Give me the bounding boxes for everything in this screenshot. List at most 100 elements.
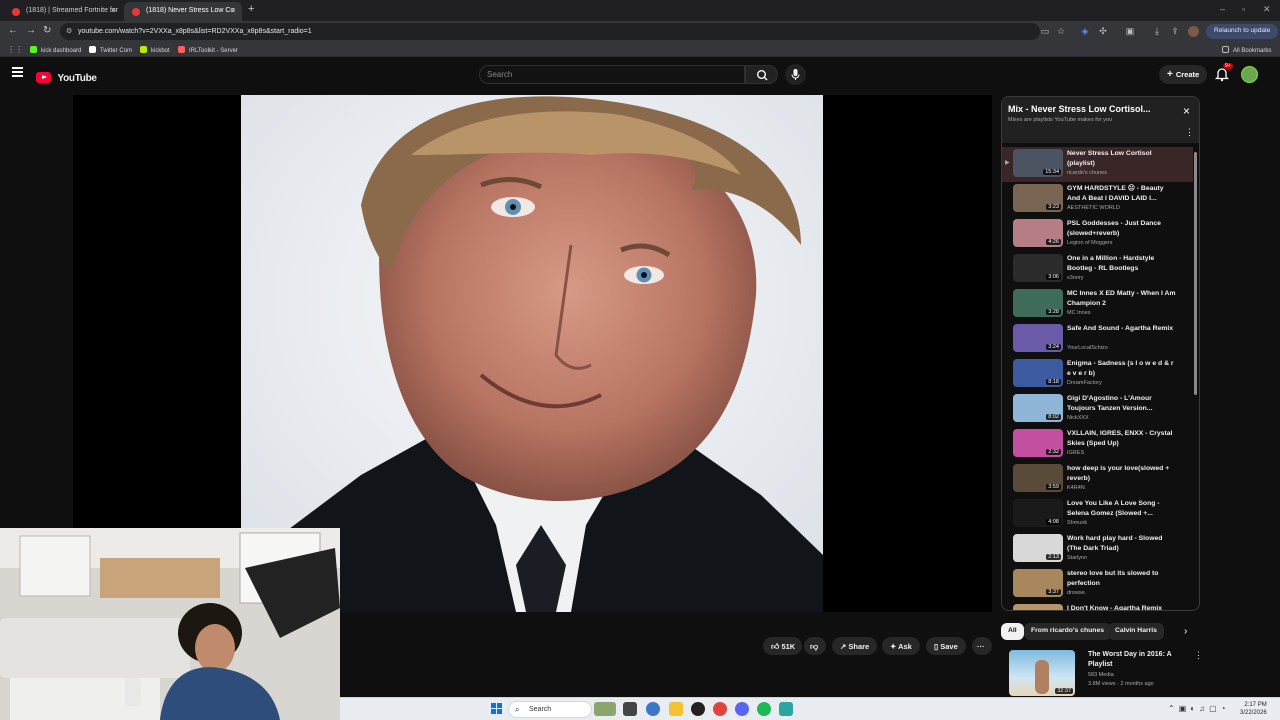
- menu-icon[interactable]: [12, 67, 23, 77]
- playlist-scrollbar[interactable]: [1194, 152, 1197, 395]
- save-button[interactable]: ▯ Save: [926, 637, 966, 655]
- video-duration: 8:18: [1046, 379, 1061, 385]
- create-label: Create: [1175, 70, 1200, 79]
- url-text: youtube.com/watch?v=2VXXa_x8p8s&list=RD2…: [78, 28, 312, 35]
- youtube-logo[interactable]: YouTube: [36, 68, 97, 86]
- site-info-icon[interactable]: ⚙: [66, 27, 72, 35]
- more-vertical-icon[interactable]: ⋮: [1194, 650, 1203, 661]
- search-button[interactable]: [745, 65, 778, 84]
- chip-all[interactable]: All: [1001, 623, 1024, 640]
- download-icon[interactable]: ⤓: [1152, 26, 1162, 36]
- create-button[interactable]: + Create: [1159, 65, 1208, 84]
- taskbar-clock[interactable]: 2:17 PM 3/22/2026: [1240, 701, 1267, 717]
- recommended-thumbnail[interactable]: 32:37: [1009, 650, 1075, 696]
- obs-icon[interactable]: [691, 702, 705, 716]
- spotify-icon[interactable]: [757, 702, 771, 716]
- system-tray-icons[interactable]: ⌃▣◐♫▢◔: [1168, 704, 1229, 713]
- new-tab-icon[interactable]: +: [248, 3, 254, 15]
- bookmark-item[interactable]: Twitter Com: [89, 46, 132, 54]
- profile-avatar[interactable]: [1188, 26, 1199, 37]
- chrome-icon[interactable]: [713, 702, 727, 716]
- playlist-thumbnail[interactable]: 2:13: [1013, 534, 1063, 562]
- browser-tab-active[interactable]: (1818) Never Stress Low Co ×: [124, 2, 242, 21]
- playlist-item[interactable]: 3:23 GYM HARDSTYLE ☹ - Beauty And A Beat …: [1002, 182, 1193, 217]
- more-vertical-icon[interactable]: ⋮: [1185, 127, 1194, 138]
- notifications-button[interactable]: 9+: [1214, 63, 1233, 87]
- extension-icon[interactable]: ◈: [1080, 26, 1090, 36]
- account-avatar[interactable]: [1241, 66, 1258, 83]
- playlist-item[interactable]: 3:59 how deep is your love(slowed + rever…: [1002, 462, 1193, 497]
- like-button[interactable]: 👍︎ 51K: [763, 637, 802, 655]
- playlist-item[interactable]: I Don't Know - Agartha Remix: [1002, 602, 1193, 610]
- browser-app-icon[interactable]: [646, 702, 660, 716]
- windows-start-icon[interactable]: [491, 703, 502, 714]
- bookmarks-bar: ⋮⋮ kick dashboard Twitter Com kickbot IR…: [0, 42, 1280, 57]
- playlist-thumbnail[interactable]: [1013, 604, 1063, 610]
- playlist-item[interactable]: 3:28 MC Innes X ED Matty - When I Am Cham…: [1002, 287, 1193, 322]
- playlist-item-title: Safe And Sound - Agartha Remix: [1067, 325, 1173, 332]
- voice-search-button[interactable]: [785, 64, 806, 85]
- playlist-item[interactable]: 3:24 Safe And Sound - Agartha Remix YourLo…: [1002, 322, 1193, 357]
- reload-icon[interactable]: ↻: [43, 25, 51, 36]
- dislike-button[interactable]: 👎︎: [804, 637, 826, 655]
- playlist-item[interactable]: 8:18 Enigma - Sadness (s l o w e d & r e …: [1002, 357, 1193, 392]
- maximize-icon[interactable]: ▫: [1242, 4, 1245, 14]
- share-page-icon[interactable]: ⇪: [1170, 26, 1180, 36]
- bookmark-star-icon[interactable]: ☆: [1056, 26, 1066, 36]
- task-view-icon[interactable]: [623, 702, 637, 716]
- playlist-thumbnail[interactable]: 3:23: [1013, 184, 1063, 212]
- browser-tab[interactable]: (1818) | Streamed Fortnite for ×: [4, 2, 122, 21]
- share-button[interactable]: ↗ Share: [832, 637, 878, 655]
- playlist-item[interactable]: 2:13 Work hard play hard - Slowed (The Da…: [1002, 532, 1193, 567]
- extensions-puzzle-icon[interactable]: ✣: [1098, 26, 1108, 36]
- playlist-thumbnail[interactable]: 2:32: [1013, 429, 1063, 457]
- url-field[interactable]: ⚙ youtube.com/watch?v=2VXXa_x8p8s&list=R…: [60, 23, 1040, 40]
- discord-icon[interactable]: [735, 702, 749, 716]
- file-explorer-icon[interactable]: [669, 702, 683, 716]
- chip-calvin-harris[interactable]: Calvin Harris: [1108, 623, 1164, 640]
- chip-from-channel[interactable]: From ricardo's chunes: [1024, 623, 1112, 640]
- playlist-panel: Mix - Never Stress Low Cortisol... Mixes…: [1001, 96, 1200, 611]
- bookmark-item[interactable]: kick dashboard: [30, 46, 81, 54]
- ask-button[interactable]: ✦ Ask: [882, 637, 920, 655]
- playlist-thumbnail[interactable]: 8:02: [1013, 394, 1063, 422]
- playlist-item[interactable]: 4:26 PSL Goddesses - Just Dance (slowed+r…: [1002, 217, 1193, 252]
- minimize-icon[interactable]: –: [1220, 4, 1225, 14]
- playlist-thumbnail[interactable]: 3:24: [1013, 324, 1063, 352]
- playlist-thumbnail[interactable]: 3:06: [1013, 254, 1063, 282]
- chevron-right-icon[interactable]: ›: [1184, 626, 1187, 637]
- playlist-thumbnail[interactable]: 3:37: [1013, 569, 1063, 597]
- app-icon[interactable]: [779, 702, 793, 716]
- playlist-thumbnail[interactable]: 3:28: [1013, 289, 1063, 317]
- more-actions-button[interactable]: ···: [972, 637, 992, 655]
- playlist-thumbnail[interactable]: 15:34: [1013, 149, 1063, 177]
- back-icon[interactable]: ←: [8, 25, 18, 36]
- playlist-thumbnail[interactable]: 3:59: [1013, 464, 1063, 492]
- relaunch-button[interactable]: Relaunch to update: [1206, 24, 1279, 39]
- all-bookmarks[interactable]: All Bookmarks: [1222, 46, 1271, 54]
- playlist-item[interactable]: ▶ 15:34 Never Stress Low Cortisol (playlis…: [1002, 147, 1193, 182]
- recommended-channel[interactable]: 583 Media: [1088, 672, 1114, 678]
- bookmark-item[interactable]: IRLToolkit - Server: [178, 46, 238, 54]
- forward-icon[interactable]: →: [26, 25, 36, 36]
- playlist-item[interactable]: 2:32 VXLLAIN, IGRES, ENXX - Crystal Skies…: [1002, 427, 1193, 462]
- close-window-icon[interactable]: ✕: [1263, 4, 1271, 15]
- playlist-thumbnail[interactable]: 8:18: [1013, 359, 1063, 387]
- recommended-title[interactable]: The Worst Day in 2016: A Playlist: [1088, 650, 1183, 669]
- playlist-thumbnail[interactable]: 4:08: [1013, 499, 1063, 527]
- search-input[interactable]: Search: [479, 65, 745, 84]
- apps-grid-icon[interactable]: ⋮⋮: [7, 45, 23, 54]
- install-app-icon[interactable]: ▭: [1040, 26, 1050, 36]
- playlist-item[interactable]: 4:08 Love You Like A Love Song - Selena G…: [1002, 497, 1193, 532]
- playlist-item[interactable]: 3:37 stereo love but its slowed to perfec…: [1002, 567, 1193, 602]
- playlist-item[interactable]: 3:06 One in a Million - Hardstyle Bootleg…: [1002, 252, 1193, 287]
- playlist-thumbnail[interactable]: 4:26: [1013, 219, 1063, 247]
- taskbar-search[interactable]: ⌕ Search: [508, 701, 592, 718]
- widget-icon[interactable]: [594, 702, 616, 716]
- close-icon[interactable]: ×: [111, 5, 116, 15]
- close-icon[interactable]: ×: [231, 5, 236, 15]
- playlist-item[interactable]: 8:02 Gigi D'Agostino - L'Amour Toujours T…: [1002, 392, 1193, 427]
- bookmark-item[interactable]: kickbot: [140, 46, 170, 54]
- close-icon[interactable]: ×: [1183, 104, 1190, 118]
- split-view-icon[interactable]: ▣: [1125, 26, 1135, 36]
